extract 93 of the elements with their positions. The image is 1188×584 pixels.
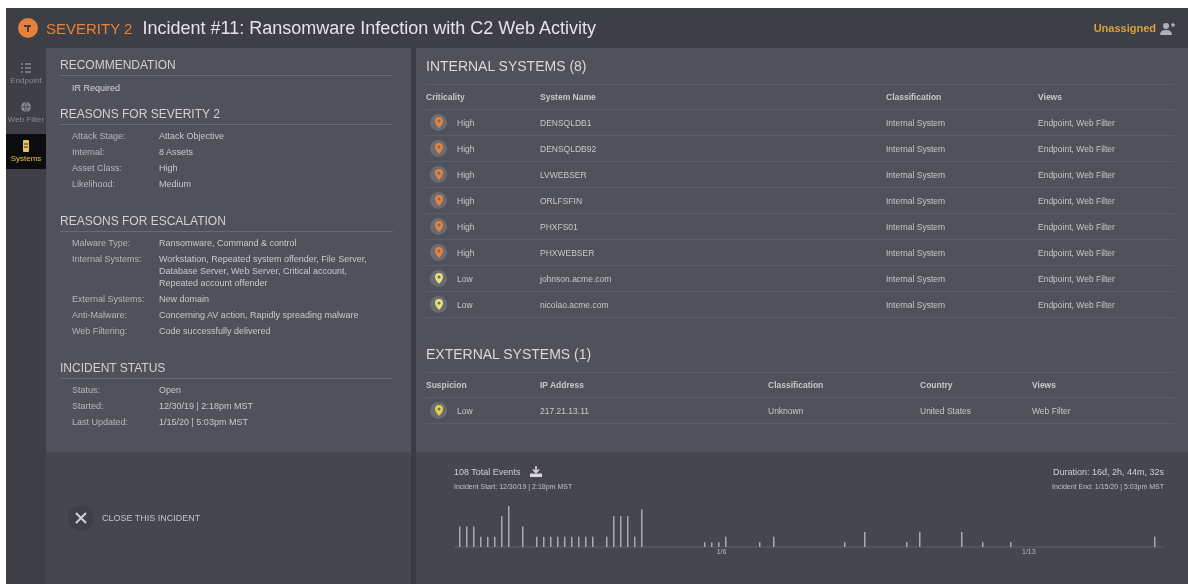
table-cell-text: nicolao.acme.com	[540, 299, 610, 310]
download-icon[interactable]	[530, 466, 543, 477]
section-heading: INCIDENT STATUS	[60, 351, 393, 379]
duration-text: Duration: 16d, 2h, 44m, 32s	[1052, 466, 1164, 477]
table-cell-text: Unknown	[768, 405, 805, 416]
field-value: 12/30/19 | 2:18pm MST	[159, 400, 254, 412]
field-value: Medium	[159, 178, 192, 190]
table-cell: High	[457, 247, 475, 258]
field-value: Code successfully delivered	[159, 325, 272, 337]
table-cell-text: Web Filter	[1032, 405, 1072, 416]
field-value: New domain	[159, 293, 211, 305]
table-cell-text: ORLFSFIN	[540, 195, 584, 206]
table-cell-text: Endpoint, Web Filter	[1038, 117, 1116, 128]
section-heading: RECOMMENDATION	[60, 48, 393, 76]
field-label: Malware Type:	[72, 237, 132, 249]
add-user-icon	[1160, 21, 1176, 35]
table-cell: Low	[457, 405, 473, 416]
table-cell-text: Endpoint, Web Filter	[1038, 221, 1116, 232]
sidebar-tab[interactable]: Systems	[6, 134, 46, 169]
column-header: Criticality	[426, 92, 466, 102]
field-label: Asset Class:	[72, 162, 123, 174]
section-text: IR Required	[71, 82, 122, 95]
field-label: Anti-Malware:	[72, 309, 128, 321]
section-heading: REASONS FOR SEVERITY 2	[60, 97, 393, 125]
table-cell-text: Internal System	[886, 273, 947, 284]
field-value: Ransomware, Command & control	[159, 237, 298, 249]
table-cell-text: DENSQLDB92	[540, 143, 598, 154]
field-label: Internal:	[72, 146, 106, 158]
severity-label: SEVERITY 2	[46, 19, 133, 37]
close-icon	[74, 511, 88, 525]
list-icon	[20, 62, 32, 74]
table-cell: High	[457, 221, 475, 232]
table-cell-text: Internal System	[886, 247, 947, 258]
field-label: Last Updated:	[72, 416, 130, 428]
field-value: High	[159, 162, 179, 174]
field-label: Status:	[72, 384, 101, 396]
table-cell-text: Endpoint, Web Filter	[1038, 299, 1116, 310]
sidebar-tab[interactable]: Web Filter	[6, 95, 46, 130]
field-value: Attack Objective	[159, 130, 226, 142]
column-header: System Name	[540, 92, 597, 102]
table-cell-text: Internal System	[886, 143, 947, 154]
table-cell: High	[457, 143, 475, 154]
severity-icon	[18, 18, 38, 38]
field-value: 1/15/20 | 5:03pm MST	[159, 416, 249, 428]
table-cell-text: United States	[920, 405, 973, 416]
field-value: Concerning AV action, Rapidly spreading malware	[159, 309, 360, 321]
table-cell-text: Internal System	[886, 117, 947, 128]
table-cell-text: PHXWEBSER	[540, 247, 596, 258]
close-incident-button[interactable]: CLOSE THIS INCIDENT	[68, 505, 201, 531]
table-cell: High	[457, 117, 475, 128]
table-cell-text: PHXFS01	[540, 221, 579, 232]
globe-icon	[20, 101, 32, 113]
assignee-link[interactable]: Unassigned	[1093, 22, 1156, 34]
table-cell-text: Endpoint, Web Filter	[1038, 195, 1116, 206]
column-header: Views	[1032, 380, 1057, 390]
table-cell-text: Internal System	[886, 299, 947, 310]
table-cell-text: 217.21.13.11	[540, 405, 590, 416]
sidebar-tab[interactable]: Endpoint	[6, 56, 46, 91]
column-header: Views	[1038, 92, 1063, 102]
table-cell-text: Internal System	[886, 195, 947, 206]
table-cell-text: Internal System	[886, 169, 947, 180]
table-cell-text: Internal System	[886, 221, 947, 232]
field-value: Workstation, Repeated system offender, File Server, Database Server, Web Server, Critical account, Repeated account offender	[159, 253, 368, 289]
column-header: Classification	[886, 92, 943, 102]
table-cell-text: Endpoint, Web Filter	[1038, 247, 1116, 258]
table-cell-text: DENSQLDB1	[540, 117, 593, 128]
table-cell-text: LVWEBSER	[540, 169, 588, 180]
event-count: 108 Total Events	[454, 466, 521, 477]
section-heading: REASONS FOR ESCALATION	[60, 204, 393, 232]
table-cell: Low	[457, 299, 473, 310]
column-header: Suspicion	[426, 380, 468, 390]
column-header: IP Address	[540, 380, 585, 390]
field-label: Attack Stage:	[72, 130, 127, 142]
table-cell-text: Endpoint, Web Filter	[1038, 169, 1116, 180]
server-icon	[20, 140, 32, 152]
field-label: Started:	[72, 400, 105, 412]
table-cell-text: Endpoint, Web Filter	[1038, 273, 1116, 284]
column-header: Country	[920, 380, 954, 390]
field-label: Likelihood:	[72, 178, 117, 190]
field-label: External Systems:	[72, 293, 146, 305]
table-title: INTERNAL SYSTEMS (8)	[426, 48, 1174, 85]
table-title: EXTERNAL SYSTEMS (1)	[426, 318, 1174, 373]
field-label: Internal Systems:	[72, 253, 143, 266]
field-value: 8 Assets	[159, 146, 195, 158]
column-header: Classification	[768, 380, 825, 390]
table-cell-text: Endpoint, Web Filter	[1038, 143, 1116, 154]
table-cell: Low	[457, 273, 473, 284]
table-cell-text: johnson.acme.com	[540, 273, 613, 284]
table-cell: High	[457, 169, 475, 180]
incident-title: Incident #11: Ransomware Infection with C2 Web Activity	[142, 17, 597, 39]
table-cell: High	[457, 195, 475, 206]
field-value: Open	[159, 384, 183, 396]
field-label: Web Filtering:	[72, 325, 129, 337]
